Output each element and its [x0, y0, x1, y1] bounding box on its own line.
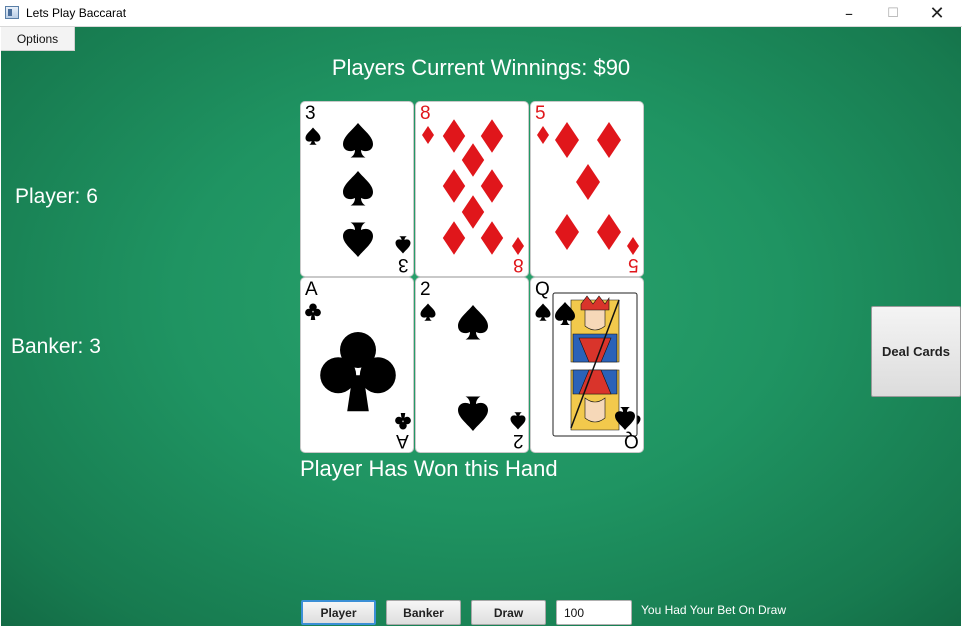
diamonds-corner-icon — [422, 126, 434, 144]
card-face — [422, 119, 524, 255]
card-rank: 2 — [513, 430, 524, 451]
spades-corner-icon — [395, 236, 411, 254]
player-card-2: 88 — [415, 101, 529, 277]
spades-pip-icon — [343, 123, 373, 158]
card-rank: 3 — [305, 103, 316, 124]
spades-pip-icon — [343, 171, 373, 206]
bet-status: You Had Your Bet On Draw — [641, 603, 786, 617]
player-card-3: 55 — [530, 101, 644, 277]
diamonds-pip-icon — [480, 221, 504, 255]
card-rank: Q — [535, 279, 550, 300]
diamonds-pip-icon — [461, 195, 485, 229]
banker-score: Banker: 3 — [11, 335, 101, 358]
clubs-pip-icon — [320, 332, 396, 412]
card-rank: 2 — [420, 279, 431, 300]
card-face — [305, 123, 411, 257]
bet-amount-input[interactable] — [556, 600, 632, 625]
banker-card-2: 22 — [415, 277, 529, 453]
card-face — [305, 303, 411, 430]
options-menu[interactable]: Options — [1, 27, 75, 51]
card-face — [420, 303, 526, 431]
title-bar: Lets Play Baccarat – ☐ ✕ — [0, 0, 962, 27]
clubs-corner-icon — [305, 303, 321, 320]
diamonds-corner-icon — [627, 237, 639, 255]
player-card-1: 33 — [300, 101, 414, 277]
diamonds-pip-icon — [461, 143, 485, 177]
app-icon — [5, 6, 19, 19]
close-button[interactable]: ✕ — [914, 0, 960, 27]
diamonds-pip-icon — [442, 169, 466, 203]
spades-corner-icon — [510, 412, 526, 430]
minimize-button[interactable]: – — [826, 0, 872, 27]
banker-card-1: AA — [300, 277, 414, 453]
diamonds-pip-icon — [555, 122, 579, 158]
clubs-corner-icon — [395, 413, 411, 430]
card-rank: 8 — [420, 103, 431, 124]
diamonds-pip-icon — [576, 164, 600, 200]
diamonds-pip-icon — [480, 169, 504, 203]
game-table: Options Players Current Winnings: $90 Pl… — [1, 27, 961, 626]
diamonds-pip-icon — [597, 122, 621, 158]
spades-pip-icon — [458, 305, 488, 340]
card-rank: 3 — [398, 254, 409, 275]
card-face — [535, 292, 641, 437]
spades-pip-icon — [343, 222, 373, 257]
diamonds-pip-icon — [442, 221, 466, 255]
bet-player-button[interactable]: Player — [301, 600, 376, 625]
diamonds-pip-icon — [480, 119, 504, 153]
card-rank: 5 — [535, 103, 546, 124]
card-rank: 5 — [628, 254, 639, 275]
diamonds-pip-icon — [442, 119, 466, 153]
card-rank: Q — [624, 430, 639, 451]
spades-corner-icon — [305, 127, 321, 145]
player-score: Player: 6 — [15, 185, 98, 208]
winnings-label: Players Current Winnings: $90 — [331, 55, 631, 80]
maximize-button[interactable]: ☐ — [870, 0, 916, 27]
diamonds-pip-icon — [555, 214, 579, 250]
result-message: Player Has Won this Hand — [300, 456, 558, 481]
banker-card-3: QQ — [530, 277, 644, 453]
diamonds-corner-icon — [512, 237, 524, 255]
diamonds-pip-icon — [597, 214, 621, 250]
spades-corner-icon — [420, 303, 436, 321]
bet-draw-button[interactable]: Draw — [471, 600, 546, 625]
card-face — [537, 122, 639, 255]
bet-banker-button[interactable]: Banker — [386, 600, 461, 625]
deal-cards-button[interactable]: Deal Cards — [871, 306, 961, 397]
card-rank: A — [305, 279, 318, 300]
window-title: Lets Play Baccarat — [26, 6, 127, 20]
diamonds-corner-icon — [537, 126, 549, 144]
spades-pip-icon — [458, 396, 488, 431]
spades-corner-icon — [535, 303, 551, 321]
card-rank: A — [396, 430, 409, 451]
card-rank: 8 — [513, 254, 524, 275]
